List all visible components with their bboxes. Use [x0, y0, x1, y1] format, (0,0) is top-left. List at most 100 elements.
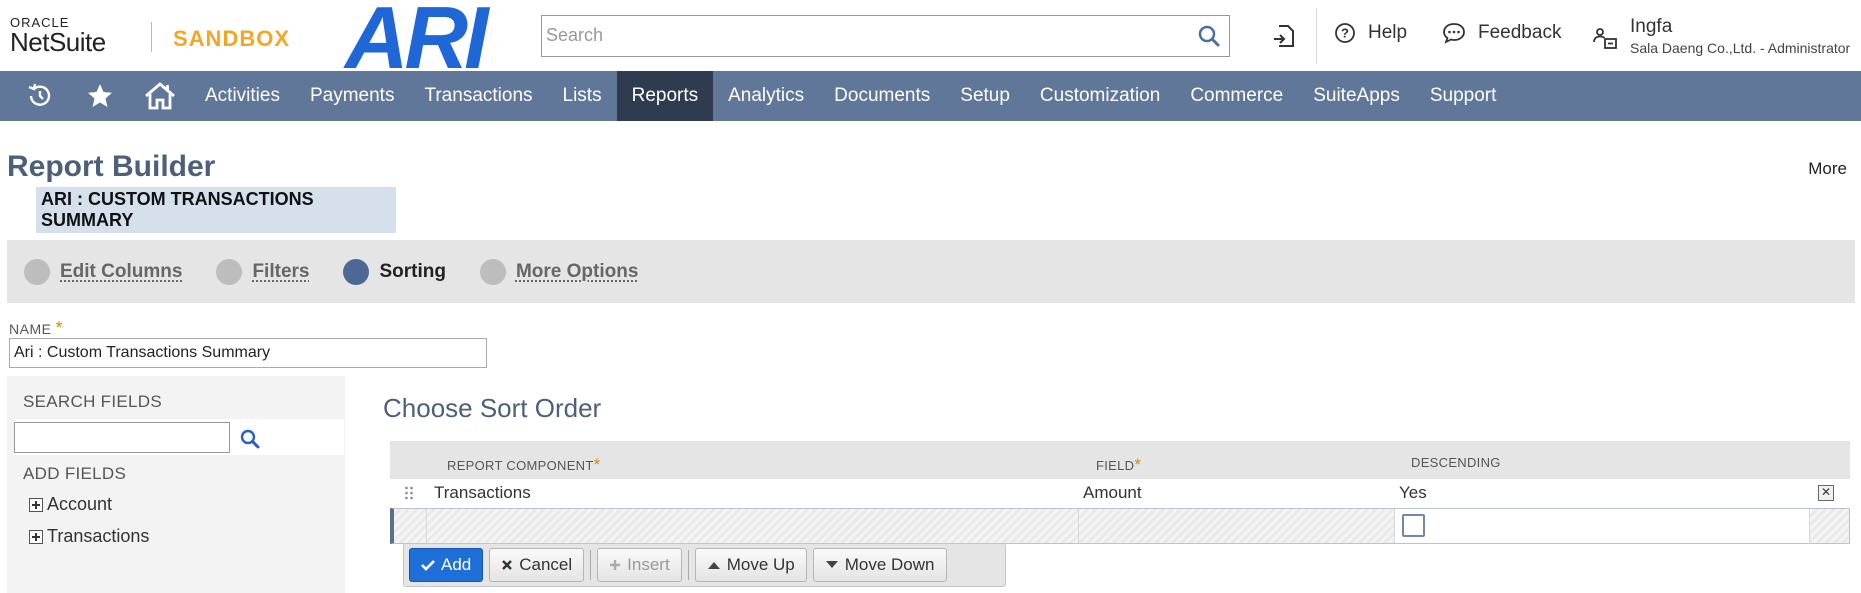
step-more-options[interactable]: More Options: [479, 258, 639, 285]
column-header-field: FIELD*: [1096, 455, 1141, 475]
tree-item-label: Transactions: [47, 526, 150, 546]
name-field-label: NAME *: [9, 318, 63, 339]
row-action-bar: Add Cancel Insert Move Up Move Down: [403, 543, 1006, 587]
logo-divider: [151, 22, 152, 52]
nav-home[interactable]: [130, 71, 190, 121]
user-role: Sala Daeng Co.,Ltd. - Administrator: [1630, 40, 1851, 56]
step-label: Edit Columns: [60, 260, 183, 282]
tree-item-transactions[interactable]: Transactions: [29, 526, 149, 547]
search-fields-label: SEARCH FIELDS: [23, 392, 162, 411]
nav-documents[interactable]: Documents: [819, 71, 945, 121]
feedback-label: Feedback: [1478, 22, 1562, 43]
nav-payments[interactable]: Payments: [295, 71, 409, 121]
step-label: More Options: [515, 260, 639, 282]
tree-item-account[interactable]: Account: [29, 494, 112, 515]
remove-row-icon[interactable]: ✕: [1818, 485, 1834, 501]
search-icon[interactable]: [1197, 24, 1221, 48]
recent-records-icon[interactable]: [1270, 22, 1298, 50]
ari-logo: ARI: [345, 0, 489, 87]
header-divider: [1316, 8, 1317, 64]
descending-cell: [1394, 509, 1809, 543]
feedback-link[interactable]: Feedback: [1442, 22, 1561, 44]
close-icon: [502, 560, 513, 570]
cell-divider: [1394, 509, 1395, 543]
insert-button[interactable]: Insert: [597, 548, 682, 582]
move-down-button[interactable]: Move Down: [812, 548, 947, 582]
descending-checkbox[interactable]: [1402, 514, 1425, 537]
more-menu[interactable]: More: [1808, 159, 1847, 179]
cell-divider: [426, 509, 427, 543]
expand-icon[interactable]: [29, 497, 43, 512]
step-label: Sorting: [379, 260, 446, 282]
global-search: [541, 15, 1230, 57]
add-fields-label: ADD FIELDS: [23, 464, 127, 483]
home-icon: [145, 82, 175, 110]
nav-suiteapps[interactable]: SuiteApps: [1298, 71, 1415, 121]
nav-favorites[interactable]: [70, 71, 130, 121]
move-down-button-label: Move Down: [844, 555, 935, 574]
row-descending: Yes: [1399, 483, 1427, 502]
move-up-button-label: Move Up: [726, 555, 795, 574]
builder-steps: Edit Columns Filters Sorting More Option…: [7, 240, 1855, 303]
tree-item-label: Account: [47, 494, 113, 514]
move-up-button[interactable]: Move Up: [694, 548, 807, 582]
help-label: Help: [1368, 22, 1408, 43]
nav-customization[interactable]: Customization: [1025, 71, 1175, 121]
button-divider: [590, 550, 592, 580]
report-name-input[interactable]: [9, 338, 487, 368]
header: ORACLE NetSuite SANDBOX ARI ? Help Feedb…: [0, 0, 1861, 82]
plus-icon: [610, 560, 621, 570]
star-icon: [88, 84, 112, 107]
step-sorting[interactable]: Sorting: [343, 258, 446, 285]
checkmark-icon: [421, 560, 435, 571]
field-picker-panel: SEARCH FIELDS ADD FIELDS Account Transac…: [7, 376, 345, 593]
add-button[interactable]: Add: [409, 548, 484, 582]
field-search-input[interactable]: [14, 422, 230, 453]
nav-recent[interactable]: [10, 71, 70, 121]
add-button-label: Add: [441, 555, 472, 574]
cancel-button[interactable]: Cancel: [489, 548, 585, 582]
step-edit-columns[interactable]: Edit Columns: [24, 258, 183, 285]
main-nav: Activities Payments Transactions Lists R…: [0, 71, 1861, 121]
step-indicator: [216, 258, 243, 285]
name-label-text: NAME: [9, 321, 52, 337]
svg-text:?: ?: [1341, 26, 1349, 41]
help-icon: ?: [1335, 23, 1355, 43]
report-name-badge: ARI : CUSTOM TRANSACTIONS SUMMARY: [36, 187, 396, 233]
row-field: Amount: [1083, 483, 1142, 502]
expand-icon[interactable]: [29, 529, 43, 544]
table-row[interactable]: Transactions Amount Yes ✕: [390, 479, 1850, 508]
nav-commerce[interactable]: Commerce: [1175, 71, 1298, 121]
nav-activities[interactable]: Activities: [190, 71, 295, 121]
nav-analytics[interactable]: Analytics: [713, 71, 819, 121]
page-title: Report Builder: [7, 150, 216, 183]
arrow-down-icon: [825, 561, 838, 568]
help-link[interactable]: ? Help: [1334, 22, 1407, 44]
nav-setup[interactable]: Setup: [945, 71, 1025, 121]
nav-support[interactable]: Support: [1415, 71, 1512, 121]
netsuite-logo-text[interactable]: NetSuite: [10, 27, 106, 58]
nav-transactions[interactable]: Transactions: [409, 71, 547, 121]
required-mark: *: [1134, 455, 1142, 474]
user-name: Ingfa: [1630, 16, 1673, 37]
user-menu[interactable]: Ingfa Sala Daeng Co.,Ltd. - Administrato…: [1592, 15, 1850, 57]
feedback-icon: [1443, 23, 1465, 44]
cancel-button-label: Cancel: [519, 555, 573, 574]
step-indicator: [24, 258, 50, 285]
nav-reports[interactable]: Reports: [616, 71, 714, 121]
required-mark: *: [55, 318, 63, 338]
step-filters[interactable]: Filters: [216, 258, 309, 285]
search-icon[interactable]: [239, 428, 261, 450]
cell-divider: [1078, 509, 1079, 543]
column-header-descending: DESCENDING: [1411, 455, 1501, 470]
column-header-label: REPORT COMPONENT: [447, 458, 594, 473]
drag-handle-icon[interactable]: [404, 485, 414, 501]
cell-divider: [1809, 509, 1810, 543]
edit-row[interactable]: [390, 508, 1850, 544]
sort-section-title: Choose Sort Order: [383, 393, 602, 423]
insert-button-label: Insert: [627, 555, 670, 574]
nav-lists[interactable]: Lists: [548, 71, 617, 121]
global-search-input[interactable]: [542, 16, 1172, 54]
column-header-component: REPORT COMPONENT*: [447, 455, 601, 475]
button-divider: [687, 550, 689, 580]
